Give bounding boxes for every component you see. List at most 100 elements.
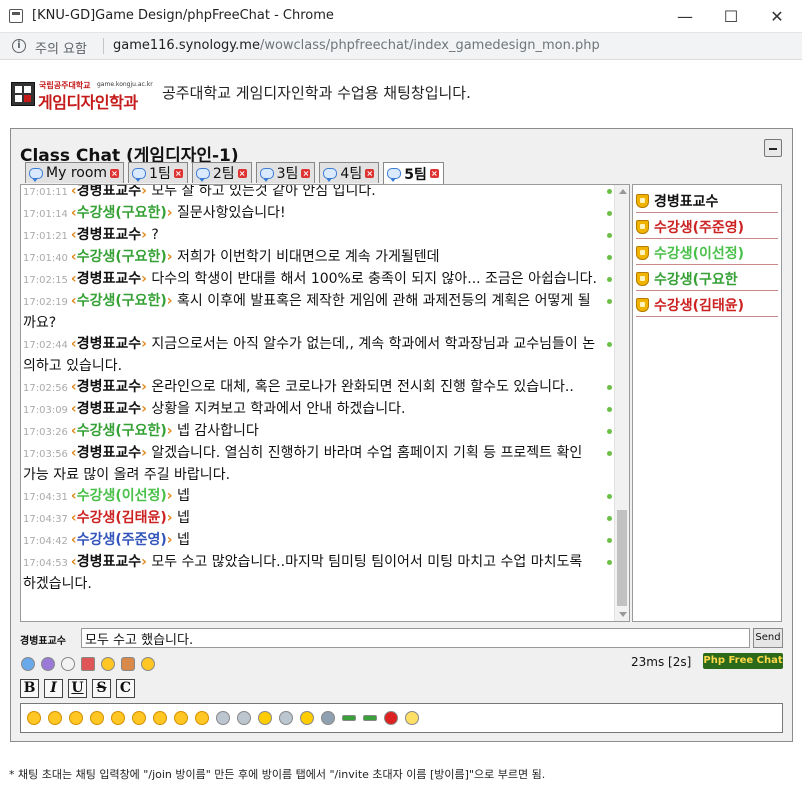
message-text: 저희가 이번학기 비대면으로 계속 가게될텐데: [177, 249, 440, 265]
smiley-icon[interactable]: [90, 711, 104, 725]
smiley-toggle-icon[interactable]: [101, 657, 115, 671]
smiley-icon[interactable]: [174, 711, 188, 725]
close-tab-icon[interactable]: ×: [237, 168, 247, 178]
bulb-icon[interactable]: [405, 711, 419, 725]
message-scrollbar[interactable]: [614, 185, 629, 621]
cloud-icon[interactable]: [279, 711, 293, 725]
message-nick[interactable]: 수강생(주준영): [77, 532, 167, 548]
tab-label: 3팀: [276, 166, 299, 182]
user-name: 수강생(구요한: [654, 271, 738, 288]
chat-message: 17:04:42 ‹수강생(주준영)› 넵: [21, 530, 614, 552]
scroll-up-icon[interactable]: [619, 189, 627, 194]
operator-shield-icon: [636, 219, 649, 234]
close-tab-icon[interactable]: ×: [110, 168, 120, 178]
message-nick[interactable]: 경병표교수: [77, 336, 141, 352]
maximize-button[interactable]: ☐: [708, 0, 754, 32]
warn-icon[interactable]: [384, 711, 398, 725]
user-name: 수강생(이선정): [654, 245, 745, 262]
nick-bracket: ›: [166, 293, 173, 309]
nick-bracket: ›: [141, 184, 147, 199]
user-list-item[interactable]: 경병표교수: [636, 189, 778, 213]
close-tab-icon[interactable]: ×: [365, 168, 375, 178]
phpfreechat-logo[interactable]: Php Free Chat: [703, 653, 783, 669]
message-nick[interactable]: 수강생(구요한): [77, 293, 167, 309]
color-button[interactable]: C: [116, 679, 135, 698]
url-text[interactable]: game116.synology.me/wowclass/phpfreechat…: [113, 38, 600, 53]
message-nick[interactable]: 수강생(김태윤): [77, 510, 167, 526]
scroll-thumb[interactable]: [617, 510, 627, 606]
security-warning[interactable]: 주의 요함: [35, 38, 87, 57]
strike-button[interactable]: S: [92, 679, 111, 698]
cloud-icon[interactable]: [216, 711, 230, 725]
smiley-icon[interactable]: [48, 711, 62, 725]
close-tab-icon[interactable]: ×: [429, 169, 439, 178]
tab-team-1[interactable]: 1팀 ×: [128, 162, 188, 183]
tab-team-5[interactable]: 5팀 ×: [383, 162, 444, 184]
underline-button[interactable]: U: [68, 679, 87, 698]
message-nick[interactable]: 수강생(구요한): [77, 205, 167, 221]
info-icon[interactable]: i: [12, 39, 26, 53]
scroll-down-icon[interactable]: [619, 612, 627, 617]
message-nick[interactable]: 경병표교수: [77, 379, 141, 395]
bold-button[interactable]: B: [20, 679, 39, 698]
nick-bracket: ›: [166, 423, 173, 439]
chat-message: 17:03:26 ‹수강생(구요한)› 넵 감사합니다: [21, 421, 614, 443]
logo-site: game.kongju.ac.kr: [97, 81, 153, 88]
online-dot-icon: [607, 538, 612, 543]
tab-team-4[interactable]: 4팀 ×: [319, 162, 380, 183]
user-list-item[interactable]: 수강생(김태윤): [636, 293, 778, 317]
arrow-r-icon[interactable]: [342, 715, 356, 721]
user-list-item[interactable]: 수강생(이선정): [636, 241, 778, 265]
italic-button[interactable]: I: [44, 679, 63, 698]
close-tab-icon[interactable]: ×: [173, 168, 183, 178]
globe-icon[interactable]: [21, 657, 35, 671]
message-nick[interactable]: 경병표교수: [77, 271, 141, 287]
online-dot-icon: [607, 560, 612, 565]
user-info-icon[interactable]: [121, 657, 135, 671]
ping-status: 23ms [2s]: [631, 655, 692, 669]
tab-my-room[interactable]: My room ×: [25, 162, 125, 183]
message-nick[interactable]: 수강생(구요한): [77, 249, 167, 265]
sun-icon[interactable]: [258, 711, 272, 725]
chat-bubble-icon: [387, 168, 402, 182]
message-nick[interactable]: 경병표교수: [77, 401, 141, 417]
smiley-icon[interactable]: [141, 657, 155, 671]
chat-message: 17:01:14 ‹수강생(구요한)› 질문사항있습니다!: [21, 203, 614, 225]
message-area[interactable]: 17:01:11 ‹경병표교수› 모두 잘 하고 있는것 같아 안심 입니다. 17…: [20, 184, 630, 622]
message-nick[interactable]: 경병표교수: [77, 227, 141, 243]
send-button[interactable]: Send: [753, 628, 783, 648]
online-users-list: 경병표교수수강생(주준영) 수강생(이선정) 수강생(구요한수강생(김태윤): [632, 184, 782, 622]
cloud-icon[interactable]: [237, 711, 251, 725]
message-input[interactable]: [81, 628, 750, 648]
tab-team-3[interactable]: 3팀 ×: [255, 162, 316, 183]
tab-team-2[interactable]: 2팀 ×: [191, 162, 252, 183]
user-list-item[interactable]: 수강생(구요한: [636, 267, 778, 291]
close-button[interactable]: ✕: [754, 0, 800, 32]
smiley-icon[interactable]: [69, 711, 83, 725]
current-nick[interactable]: 경병표교수: [20, 632, 66, 647]
minimize-chat-button[interactable]: [764, 139, 782, 157]
smiley-icon[interactable]: [132, 711, 146, 725]
sun-icon[interactable]: [300, 711, 314, 725]
smiley-icon[interactable]: [153, 711, 167, 725]
smiley-icon[interactable]: [27, 711, 41, 725]
page-title: 공주대학교 게임디자인학과 수업용 채팅창입니다.: [162, 84, 471, 102]
minimize-button[interactable]: —: [662, 0, 708, 32]
user-name: 수강생(주준영): [654, 219, 745, 236]
smiley-icon[interactable]: [195, 711, 209, 725]
message-nick[interactable]: 경병표교수: [77, 185, 141, 199]
storm-icon[interactable]: [321, 711, 335, 725]
smiley-icon[interactable]: [111, 711, 125, 725]
message-nick[interactable]: 수강생(이선정): [77, 488, 167, 504]
message-nick[interactable]: 경병표교수: [77, 554, 141, 570]
message-nick[interactable]: 경병표교수: [77, 445, 141, 461]
close-tab-icon[interactable]: ×: [301, 168, 311, 178]
color-palette-icon[interactable]: [41, 657, 55, 671]
message-nick[interactable]: 수강생(구요한): [77, 423, 167, 439]
clock-icon[interactable]: [61, 657, 75, 671]
address-bar[interactable]: i 주의 요함 game116.synology.me/wowclass/php…: [0, 33, 802, 60]
sound-icon[interactable]: [81, 657, 95, 671]
arrow-l-icon[interactable]: [363, 715, 377, 721]
user-list-item[interactable]: 수강생(주준영): [636, 215, 778, 239]
tab-label: My room: [46, 165, 108, 181]
